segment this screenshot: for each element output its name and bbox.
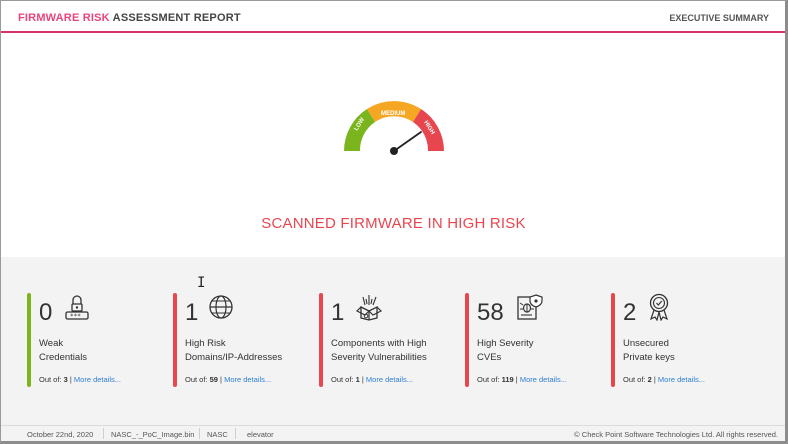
out-of-prefix: Out of: bbox=[477, 375, 502, 384]
certificate-ribbon-icon bbox=[649, 293, 669, 321]
report-footer: October 22nd, 2020 NASC_-_PoC_Image.bin … bbox=[1, 425, 785, 441]
stat-card-bar bbox=[465, 293, 469, 387]
out-of-prefix: Out of: bbox=[331, 375, 356, 384]
stat-label-line1: High Risk bbox=[185, 338, 226, 349]
out-of-value: 59 bbox=[209, 375, 218, 384]
out-of-value: 119 bbox=[501, 375, 514, 384]
more-details-link[interactable]: More details... bbox=[366, 375, 413, 384]
gauge-pivot bbox=[390, 147, 398, 155]
stat-value: 1 bbox=[331, 299, 345, 326]
footer-copyright: © Check Point Software Technologies Ltd.… bbox=[574, 430, 778, 439]
more-details-link[interactable]: More details... bbox=[74, 375, 121, 384]
stat-label-line1: Weak bbox=[39, 338, 64, 349]
executive-summary-label: EXECUTIVE SUMMARY bbox=[669, 13, 769, 23]
stat-label: Weak Credentials bbox=[39, 337, 87, 365]
footer-divider bbox=[199, 428, 200, 439]
out-of-prefix: Out of: bbox=[39, 375, 64, 384]
stat-label-line2: Private keys bbox=[623, 352, 675, 363]
stat-card-bar bbox=[319, 293, 323, 387]
footer-file-name: NASC_-_PoC_Image.bin bbox=[111, 430, 195, 439]
stat-label: High Severity CVEs bbox=[477, 337, 534, 365]
stat-out-of: Out of: 119 | More details... bbox=[477, 375, 567, 384]
stat-label-line2: Credentials bbox=[39, 352, 88, 363]
text-cursor-icon: I bbox=[197, 275, 206, 291]
report-title-rest: ASSESSMENT REPORT bbox=[109, 12, 241, 24]
stat-value: 0 bbox=[39, 299, 53, 326]
stat-label-line1: High Severity bbox=[477, 338, 534, 349]
stat-out-of: Out of: 59 | More details... bbox=[185, 375, 271, 384]
stat-label: High Risk Domains/IP-Addresses bbox=[185, 337, 282, 365]
gauge-needle bbox=[393, 131, 422, 152]
stats-panel: 0 *** Weak Credentials Out of: 3 | More d… bbox=[1, 257, 785, 425]
report-window: FIRMWARE RISK ASSESSMENT REPORT EXECUTIV… bbox=[0, 0, 788, 444]
stat-card-bar bbox=[27, 293, 31, 387]
more-details-link[interactable]: More details... bbox=[658, 375, 705, 384]
stat-label-line1: Unsecured bbox=[623, 338, 669, 349]
footer-divider bbox=[103, 428, 104, 439]
stat-out-of: Out of: 2 | More details... bbox=[623, 375, 705, 384]
risk-gauge: LOW MEDIUM HIGH bbox=[344, 101, 444, 155]
footer-date: October 22nd, 2020 bbox=[27, 430, 94, 439]
stat-label: Unsecured Private keys bbox=[623, 337, 675, 365]
more-details-link[interactable]: More details... bbox=[520, 375, 567, 384]
stat-card-vulnerable-components: 1 Components with High Severity Vulnerabi… bbox=[319, 293, 459, 389]
footer-divider bbox=[235, 428, 236, 439]
stat-value: 58 bbox=[477, 299, 504, 326]
globe-icon bbox=[209, 295, 233, 319]
svg-text:***: *** bbox=[70, 313, 81, 320]
stat-out-of: Out of: 1 | More details... bbox=[331, 375, 413, 384]
more-details-link[interactable]: More details... bbox=[224, 375, 271, 384]
open-box-icon bbox=[355, 295, 383, 321]
stat-label: Components with High Severity Vulnerabili… bbox=[331, 337, 427, 365]
lock-password-icon: *** bbox=[65, 295, 89, 320]
stat-card-unsecured-private-keys: 2 Unsecured Private keys Out of: 2 | More… bbox=[611, 293, 751, 389]
out-of-prefix: Out of: bbox=[623, 375, 648, 384]
bug-document-icon bbox=[517, 294, 543, 320]
stat-value: 2 bbox=[623, 299, 637, 326]
stat-out-of: Out of: 3 | More details... bbox=[39, 375, 121, 384]
stat-card-weak-credentials: 0 *** Weak Credentials Out of: 3 | More d… bbox=[27, 293, 167, 389]
gauge-medium-label: MEDIUM bbox=[381, 111, 405, 117]
stat-card-bar bbox=[173, 293, 177, 387]
report-title: FIRMWARE RISK ASSESSMENT REPORT bbox=[18, 12, 241, 24]
stat-label-line2: Domains/IP-Addresses bbox=[185, 352, 283, 363]
footer-device: elevator bbox=[247, 430, 274, 439]
risk-overview: LOW MEDIUM HIGH SCANNED FIRMWARE IN HIGH… bbox=[1, 35, 785, 257]
out-of-prefix: Out of: bbox=[185, 375, 210, 384]
stat-card-high-severity-cves: 58 High Severity CVEs Out of: 119 | More … bbox=[465, 293, 605, 389]
stat-card-bar bbox=[611, 293, 615, 387]
stat-label-line2: CVEs bbox=[477, 352, 502, 363]
report-title-accent: FIRMWARE RISK bbox=[18, 12, 110, 24]
stat-label-line2: Severity Vulnerabilities bbox=[331, 352, 427, 363]
stat-label-line1: Components with High bbox=[331, 338, 427, 349]
report-header: FIRMWARE RISK ASSESSMENT REPORT EXECUTIV… bbox=[1, 1, 785, 33]
stat-card-high-risk-domains: 1 High Risk Domains/IP-Addresses Out of: … bbox=[173, 293, 313, 389]
footer-vendor: NASC bbox=[207, 430, 228, 439]
risk-headline: SCANNED FIRMWARE IN HIGH RISK bbox=[261, 215, 526, 232]
stat-value: 1 bbox=[185, 299, 199, 326]
